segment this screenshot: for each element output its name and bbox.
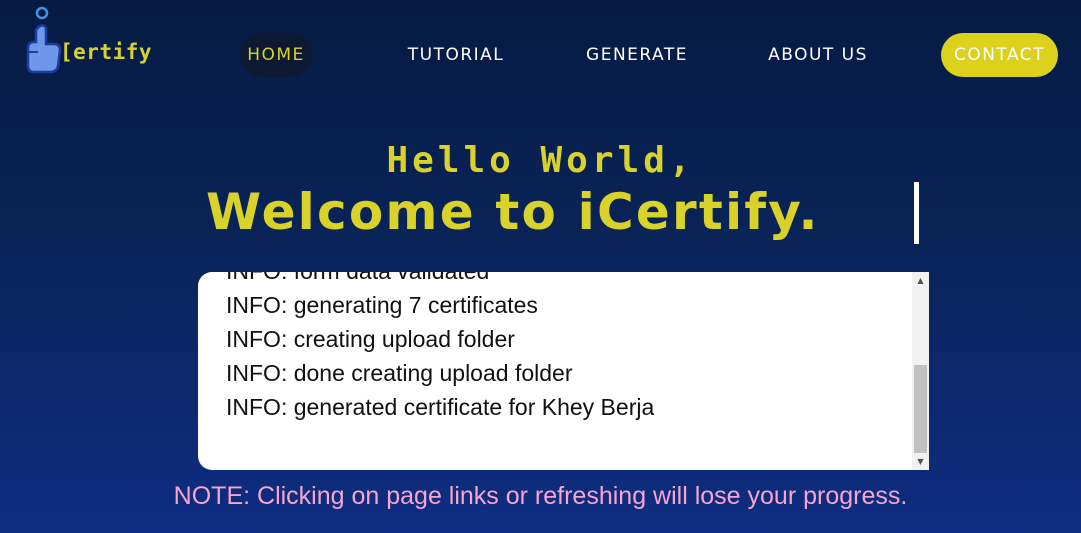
- log-line: INFO: done creating upload folder: [226, 360, 573, 386]
- hero-title: Welcome to iCertify.: [206, 183, 820, 241]
- nav-about-us[interactable]: ABOUT US: [764, 33, 872, 77]
- progress-log[interactable]: INFO: form data validated INFO: generati…: [198, 272, 929, 470]
- log-line: INFO: generated certificate for Khey Ber…: [226, 394, 655, 420]
- log-scrollbar[interactable]: ▲ ▼: [912, 272, 929, 470]
- log-line: INFO: creating upload folder: [226, 326, 515, 352]
- arrow-down-icon[interactable]: ▼: [912, 453, 929, 470]
- log-line: INFO: generating 7 certificates: [226, 292, 538, 318]
- log-line: INFO: form data validated: [226, 272, 654, 288]
- typing-cursor: [914, 182, 919, 244]
- nav-tutorial[interactable]: TUTORIAL: [400, 33, 512, 77]
- log-list: INFO: form data validated INFO: generati…: [226, 272, 654, 424]
- nav-generate[interactable]: GENERATE: [580, 33, 694, 77]
- scroll-thumb[interactable]: [914, 365, 927, 453]
- arrow-up-icon[interactable]: ▲: [912, 272, 929, 289]
- nav-home[interactable]: HOME: [240, 33, 312, 77]
- progress-warning-note: NOTE: Clicking on page links or refreshi…: [173, 482, 908, 510]
- hero-greeting: Hello World,: [386, 140, 695, 181]
- main-nav: HOME TUTORIAL GENERATE ABOUT US CONTACT: [0, 33, 1081, 77]
- contact-button[interactable]: CONTACT: [941, 33, 1058, 77]
